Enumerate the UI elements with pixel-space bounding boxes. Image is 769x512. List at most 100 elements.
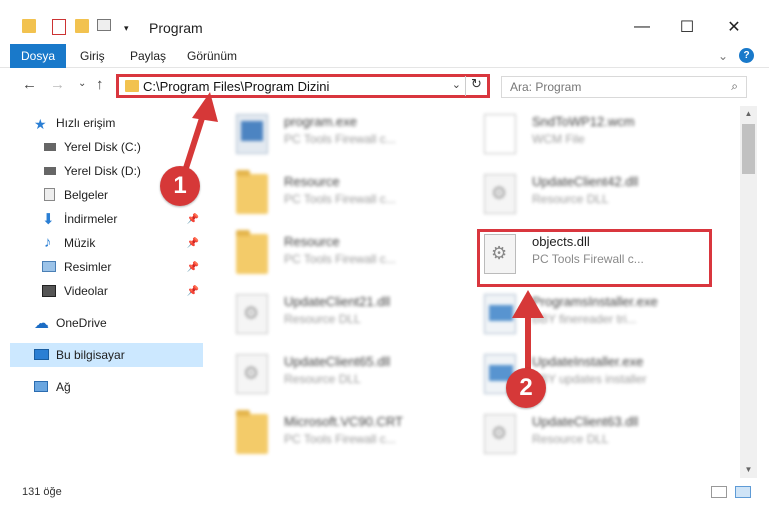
sidebar-item-label: Videolar xyxy=(64,284,108,298)
list-item[interactable]: Microsoft.VC90.CRT PC Tools Firewall c..… xyxy=(216,408,456,464)
up-button[interactable]: ↑ xyxy=(96,76,104,93)
close-button[interactable]: ✕ xyxy=(712,12,756,42)
sidebar-item-label: OneDrive xyxy=(56,316,107,330)
list-item[interactable]: Resource PC Tools Firewall c... xyxy=(216,168,456,224)
drive-icon xyxy=(44,167,56,175)
file-type: BBY updates installer xyxy=(532,372,647,386)
dll-file-icon xyxy=(484,414,516,454)
network-icon xyxy=(34,381,48,392)
vertical-scrollbar[interactable]: ▲ ▼ xyxy=(740,106,757,478)
list-item[interactable]: program.exe PC Tools Firewall c... xyxy=(216,108,456,164)
title-bar: ▾ Program — ☐ ✕ xyxy=(0,0,769,44)
file-name: UpdateClient63.dll xyxy=(532,414,639,429)
customize-toolbar-icon[interactable]: ▾ xyxy=(124,23,132,39)
sidebar-item-label: Resimler xyxy=(64,260,112,274)
recent-locations-button[interactable]: ⌄ xyxy=(78,78,86,89)
properties-icon[interactable] xyxy=(52,19,66,35)
sidebar-item-label: Belgeler xyxy=(64,188,109,202)
sidebar-item-downloads[interactable]: ⬇ İndirmeler 📌 xyxy=(10,207,203,231)
search-input[interactable]: Ara: Program ⌕ xyxy=(501,76,747,98)
address-bar[interactable]: C:\Program Files\Program Dizini ⌄ ↻ xyxy=(116,74,490,98)
refresh-button[interactable]: ↻ xyxy=(465,76,487,96)
file-type: Resource DLL xyxy=(532,192,609,206)
window-title: Program xyxy=(149,20,203,36)
tiles-view-icon[interactable] xyxy=(735,486,751,498)
folder-icon xyxy=(125,80,139,92)
sidebar-item-network[interactable]: Ağ xyxy=(10,375,203,399)
file-name: UpdateClient65.dll xyxy=(284,354,391,369)
videos-icon xyxy=(42,285,56,297)
file-type: PC Tools Firewall c... xyxy=(284,192,396,206)
download-icon: ⬇ xyxy=(42,211,55,228)
navigation-pane: ★ Hızlı erişim Yerel Disk (C:) Yerel Dis… xyxy=(10,106,205,478)
tab-share[interactable]: Paylaş xyxy=(130,44,166,68)
drive-icon xyxy=(44,143,56,151)
folder-icon xyxy=(236,230,268,274)
cloud-icon: ☁ xyxy=(34,315,49,332)
list-item[interactable]: ProgramsInstaller.exe BBY finereader tri… xyxy=(464,288,704,344)
pin-icon[interactable]: 📌 xyxy=(187,238,199,249)
list-item[interactable]: UpdateClient42.dll Resource DLL xyxy=(464,168,704,224)
sidebar-item-videos[interactable]: Videolar 📌 xyxy=(10,279,203,303)
folder-icon xyxy=(236,410,268,454)
search-icon: ⌕ xyxy=(731,79,738,93)
chevron-down-icon[interactable]: ⌄ xyxy=(452,78,461,91)
file-name: UpdateInstaller.exe xyxy=(532,354,644,369)
file-type: Resource DLL xyxy=(284,312,361,326)
sidebar-item-this-pc[interactable]: Bu bilgisayar xyxy=(10,343,203,367)
sidebar-item-label: Müzik xyxy=(64,236,96,250)
help-icon[interactable]: ? xyxy=(739,48,754,63)
step-marker-2: 2 xyxy=(506,368,546,408)
pin-icon[interactable]: 📌 xyxy=(187,262,199,273)
list-item[interactable]: UpdateClient21.dll Resource DLL xyxy=(216,288,456,344)
file-icon xyxy=(484,114,516,154)
sidebar-item-music[interactable]: ♪ Müzik 📌 xyxy=(10,231,203,255)
list-item[interactable]: UpdateInstaller.exe BBY updates installe… xyxy=(464,348,704,404)
details-view-icon[interactable] xyxy=(711,486,727,498)
pin-icon[interactable]: 📌 xyxy=(187,286,199,297)
pictures-icon xyxy=(42,261,56,272)
file-name: ProgramsInstaller.exe xyxy=(532,294,658,309)
minimize-button[interactable]: — xyxy=(620,12,664,42)
status-bar: 131 öğe xyxy=(0,480,769,512)
file-name: Resource xyxy=(284,234,340,249)
dll-file-icon xyxy=(236,294,268,334)
scroll-up-icon[interactable]: ▲ xyxy=(740,106,757,122)
item-count: 131 öğe xyxy=(22,486,62,498)
file-name: program.exe xyxy=(284,114,357,129)
scrollbar-thumb[interactable] xyxy=(742,124,755,174)
file-name: UpdateClient42.dll xyxy=(532,174,639,189)
file-type: BBY finereader tri... xyxy=(532,312,637,326)
sidebar-item-onedrive[interactable]: ☁ OneDrive xyxy=(10,311,203,335)
list-item[interactable]: SndToWP12.wcm WCM File xyxy=(464,108,704,164)
tab-home[interactable]: Giriş xyxy=(80,44,105,68)
dll-file-icon xyxy=(236,354,268,394)
file-type: PC Tools Firewall c... xyxy=(284,432,396,446)
folder-icon xyxy=(236,170,268,214)
documents-icon xyxy=(44,188,55,201)
list-item[interactable]: UpdateClient65.dll Resource DLL xyxy=(216,348,456,404)
new-folder-icon[interactable] xyxy=(75,19,89,33)
file-type: PC Tools Firewall c... xyxy=(284,252,396,266)
back-button[interactable]: ← xyxy=(22,76,37,93)
installer-file-icon xyxy=(484,294,516,334)
scroll-down-icon[interactable]: ▼ xyxy=(740,462,757,478)
forward-button[interactable]: → xyxy=(50,76,65,93)
file-type: Resource DLL xyxy=(284,372,361,386)
list-item[interactable]: UpdateClient63.dll Resource DLL xyxy=(464,408,704,464)
view-options-icon[interactable] xyxy=(97,19,111,31)
pin-icon[interactable]: 📌 xyxy=(187,214,199,225)
sidebar-item-pictures[interactable]: Resimler 📌 xyxy=(10,255,203,279)
expand-ribbon-icon[interactable]: ⌄ xyxy=(718,44,728,68)
maximize-button[interactable]: ☐ xyxy=(665,12,709,42)
sidebar-item-label: Ağ xyxy=(56,380,71,394)
sidebar-item-label: Yerel Disk (C:) xyxy=(64,140,141,154)
file-name: SndToWP12.wcm xyxy=(532,114,635,129)
sidebar-item-quick-access[interactable]: ★ Hızlı erişim xyxy=(10,111,203,135)
sidebar-item-disk-c[interactable]: Yerel Disk (C:) xyxy=(10,135,203,159)
list-item[interactable]: Resource PC Tools Firewall c... xyxy=(216,228,456,284)
folder-icon xyxy=(22,19,36,33)
tab-file[interactable]: Dosya xyxy=(10,44,66,68)
address-path: C:\Program Files\Program Dizini xyxy=(143,79,330,94)
tab-view[interactable]: Görünüm xyxy=(187,44,237,68)
